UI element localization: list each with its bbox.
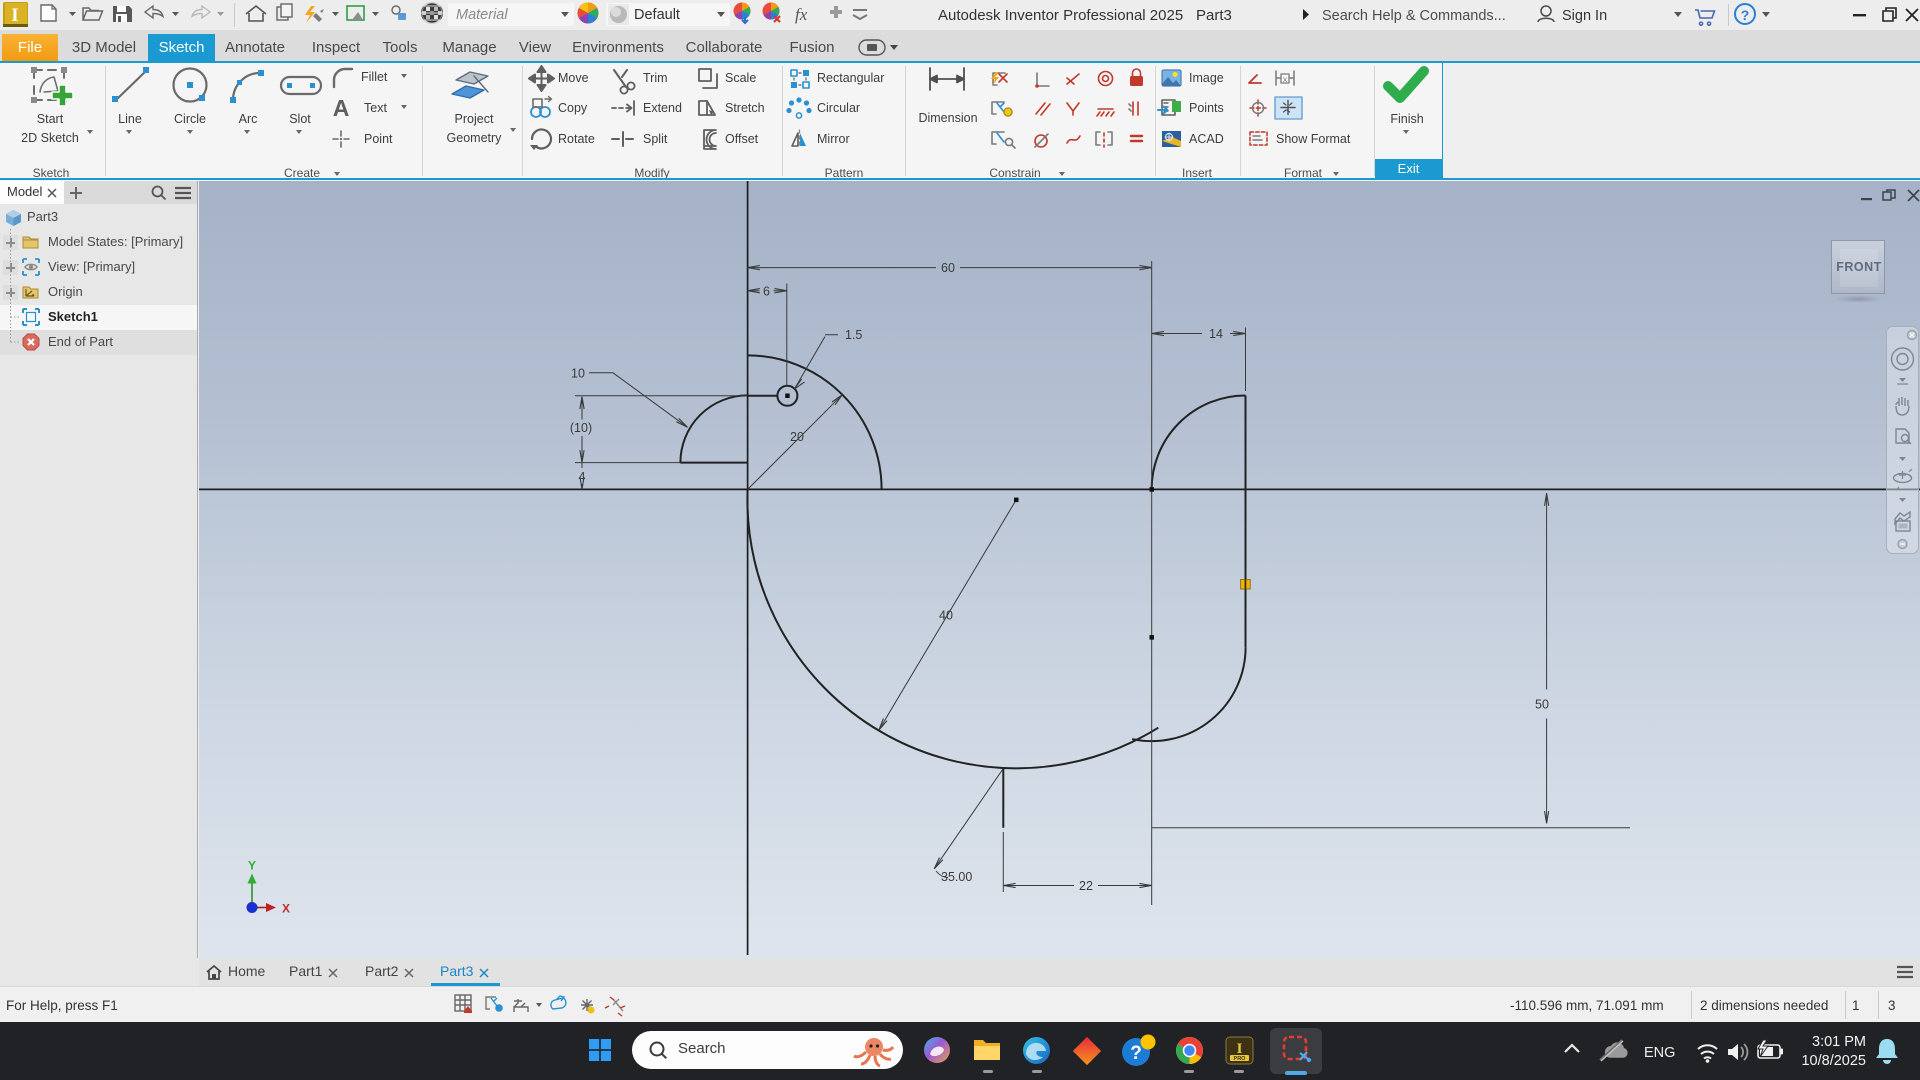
svg-text:10: 10 xyxy=(571,367,585,381)
svg-text:?: ? xyxy=(1741,7,1750,23)
svg-text:I: I xyxy=(1237,1041,1243,1057)
svg-text:Default: Default xyxy=(634,7,680,23)
svg-text:I: I xyxy=(11,5,18,26)
svg-text:50: 50 xyxy=(1535,698,1549,712)
svg-text:PRO: PRO xyxy=(1234,1056,1247,1062)
svg-text:Y: Y xyxy=(248,859,256,873)
svg-text:?: ? xyxy=(1130,1043,1142,1064)
svg-text:60: 60 xyxy=(941,261,955,275)
svg-text:1.5: 1.5 xyxy=(845,328,862,342)
svg-text:22: 22 xyxy=(1079,879,1093,893)
svg-text:Sign In: Sign In xyxy=(1562,8,1607,24)
svg-text:fx: fx xyxy=(795,5,808,24)
svg-text:40: 40 xyxy=(939,609,953,623)
svg-text:(10): (10) xyxy=(570,421,592,435)
svg-text:Search Help & Commands...: Search Help & Commands... xyxy=(1322,8,1506,24)
svg-text:Material: Material xyxy=(456,7,508,23)
svg-text:35.00: 35.00 xyxy=(941,870,972,884)
svg-text:20: 20 xyxy=(790,430,804,444)
svg-text:4: 4 xyxy=(579,470,586,484)
svg-text:ENG: ENG xyxy=(1644,1045,1675,1061)
svg-text:A: A xyxy=(333,95,350,121)
svg-text:x: x xyxy=(1283,75,1287,84)
svg-text:6: 6 xyxy=(763,284,770,298)
svg-text:14: 14 xyxy=(1209,327,1223,341)
svg-text:X: X xyxy=(282,902,290,916)
